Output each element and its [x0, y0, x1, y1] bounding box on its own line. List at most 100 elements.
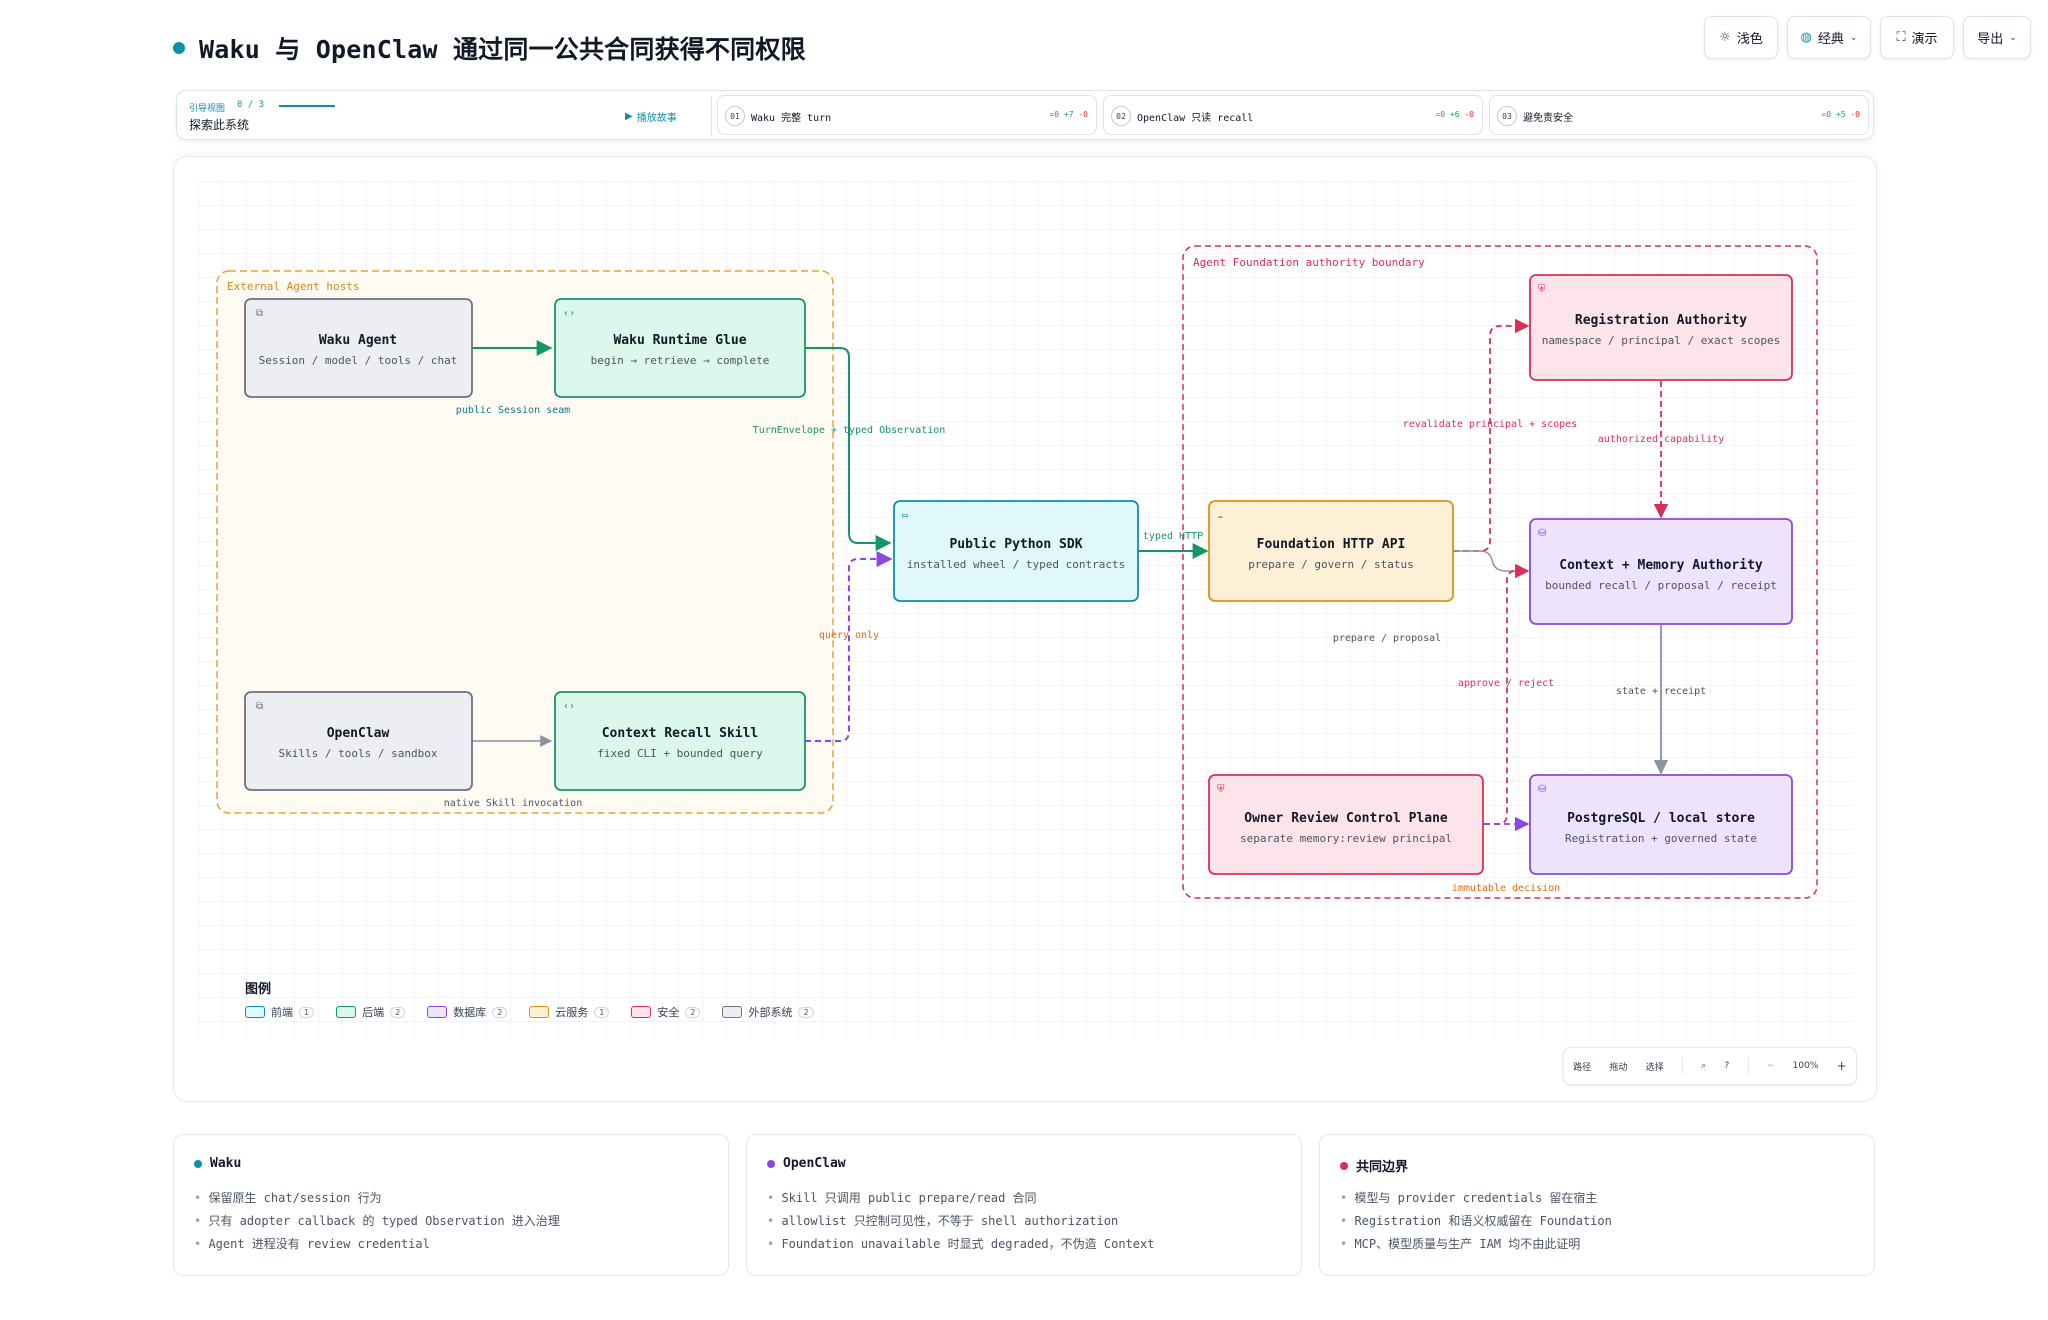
legend-count: 2 [798, 1006, 814, 1018]
list-item: MCP、模型质量与生产 IAM 均不由此证明 [1340, 1233, 1612, 1256]
legend-label: 前端 [271, 1006, 293, 1019]
status-dot [1340, 1161, 1348, 1170]
legend-count: 2 [390, 1006, 406, 1018]
node-title: PostgreSQL / local store [1567, 811, 1755, 826]
node-subtitle: fixed CLI + bounded query [597, 747, 763, 760]
node-title: Public Python SDK [949, 537, 1082, 552]
legend-swatch [529, 1006, 550, 1018]
legend-label: 外部系统 [748, 1006, 793, 1019]
node-subtitle: installed wheel / typed contracts [907, 558, 1126, 571]
edge-label: query only [819, 630, 879, 641]
legend-swatch [336, 1006, 357, 1018]
legend-count: 2 [492, 1006, 508, 1018]
edge-label: immutable decision [1452, 883, 1560, 894]
architecture-diagram: External Agent hosts Agent Foundation au… [216, 245, 1818, 899]
canvas-toolbar: 路径 拖动 选择 ⌕ ? − 100% + [1563, 1047, 1857, 1085]
node-foundation-http-api[interactable]: ☁ Foundation HTTP API prepare / govern /… [1208, 500, 1454, 602]
edge-label: approve / reject [1458, 678, 1554, 689]
help-icon[interactable]: ? [1725, 1061, 1730, 1071]
node-subtitle: prepare / govern / status [1248, 558, 1414, 571]
legend-count: 1 [299, 1006, 315, 1018]
node-subtitle: namespace / principal / exact scopes [1542, 334, 1780, 347]
legend-item-external[interactable]: 外部系统 2 [722, 1004, 814, 1020]
legend-item-backend[interactable]: 后端 2 [336, 1004, 406, 1020]
node-subtitle: Session / model / tools / chat [259, 354, 458, 367]
group-label-foundation: Agent Foundation authority boundary [1193, 256, 1425, 269]
node-title: Foundation HTTP API [1257, 537, 1406, 552]
legend-item-cloud[interactable]: 云服务 1 [529, 1004, 610, 1020]
info-list: 模型与 provider credentials 留在宿主 Registrati… [1340, 1187, 1612, 1256]
node-subtitle: Skills / tools / sandbox [279, 747, 438, 760]
shield-icon: ⛨ [1217, 784, 1225, 795]
edge-context-to-postgres: state + receipt [1616, 625, 1706, 775]
list-item: 模型与 provider credentials 留在宿主 [1340, 1187, 1612, 1210]
divider [1747, 1058, 1749, 1074]
tool-drag-button[interactable]: 拖动 [1609, 1060, 1627, 1073]
node-registration-authority[interactable]: ⛨ Registration Authority namespace / pri… [1529, 274, 1793, 381]
list-item: Registration 和语义权威留在 Foundation [1340, 1210, 1611, 1233]
node-waku-runtime-glue[interactable]: ‹› Waku Runtime Glue begin → retrieve → … [554, 298, 806, 398]
divider [1681, 1058, 1683, 1074]
list-item: Skill 只调用 public prepare/read 合同 [767, 1187, 1154, 1210]
edge-label: native Skill invocation [444, 798, 582, 809]
tool-path-button[interactable]: 路径 [1573, 1060, 1591, 1073]
legend-title: 图例 [245, 982, 272, 997]
info-list: 保留原生 chat/session 行为 只有 adopter callback… [194, 1187, 559, 1256]
zoom-in-button[interactable]: + [1837, 1059, 1847, 1073]
code-icon: ‹› [563, 701, 575, 712]
legend-count: 2 [685, 1006, 701, 1018]
node-title: Waku Runtime Glue [613, 333, 746, 348]
node-openclaw[interactable]: ⧉ OpenClaw Skills / tools / sandbox [244, 691, 473, 791]
edge-label: TurnEnvelope + typed Observation [753, 425, 946, 436]
info-list: Skill 只调用 public prepare/read 合同 allowli… [767, 1187, 1154, 1256]
node-public-python-sdk[interactable]: ▭ Public Python SDK installed wheel / ty… [893, 500, 1139, 602]
database-icon: ⛁ [1538, 528, 1546, 539]
edge-label: public Session seam [456, 405, 570, 416]
edge-label: state + receipt [1616, 686, 1706, 697]
tool-select-button[interactable]: 选择 [1646, 1060, 1664, 1073]
node-subtitle: bounded recall / proposal / receipt [1545, 579, 1777, 592]
info-card-title-text: OpenClaw [783, 1156, 846, 1171]
legend: 前端 1 后端 2 数据库 2 云服务 1 安全 2 外部系统 2 [245, 1004, 814, 1020]
zoom-level: 100% [1792, 1061, 1819, 1071]
node-postgresql-local-store[interactable]: ⛁ PostgreSQL / local store Registration … [1529, 774, 1793, 875]
external-link-icon: ⧉ [256, 308, 263, 319]
edge-label: prepare / proposal [1333, 633, 1441, 644]
zoom-out-button[interactable]: − [1767, 1061, 1775, 1071]
legend-item-security[interactable]: 安全 2 [631, 1004, 701, 1020]
info-card-title: 共同边界 [1340, 1156, 1408, 1175]
info-card-title: Waku [194, 1156, 241, 1171]
list-item: 只有 adopter callback 的 typed Observation … [194, 1210, 559, 1233]
edge-label: typed HTTP [1143, 531, 1203, 542]
window-icon: ▭ [902, 510, 908, 521]
node-title: Context + Memory Authority [1559, 558, 1763, 573]
legend-swatch [245, 1006, 265, 1018]
info-card-shared-boundary: 共同边界 模型与 provider credentials 留在宿主 Regis… [1319, 1134, 1875, 1276]
node-title: Registration Authority [1575, 313, 1747, 328]
legend-item-database[interactable]: 数据库 2 [427, 1004, 508, 1020]
info-card-waku: Waku 保留原生 chat/session 行为 只有 adopter cal… [173, 1134, 729, 1276]
info-card-title: OpenClaw [767, 1156, 846, 1171]
info-card-title-text: 共同边界 [1356, 1160, 1409, 1175]
legend-item-frontend[interactable]: 前端 1 [245, 1004, 315, 1020]
node-subtitle: Registration + governed state [1565, 832, 1757, 845]
node-owner-review-control-plane[interactable]: ⛨ Owner Review Control Plane separate me… [1208, 774, 1484, 875]
legend-swatch [427, 1006, 448, 1018]
shield-icon: ⛨ [1538, 284, 1546, 295]
status-dot [194, 1159, 202, 1168]
edge-label: revalidate principal + scopes [1403, 419, 1578, 430]
group-label-external: External Agent hosts [227, 280, 359, 293]
node-title: Context Recall Skill [602, 726, 759, 741]
legend-label: 数据库 [453, 1006, 487, 1019]
node-subtitle: separate memory:review principal [1240, 832, 1452, 845]
node-title: OpenClaw [327, 726, 390, 741]
search-icon[interactable]: ⌕ [1701, 1061, 1706, 1071]
node-context-memory-authority[interactable]: ⛁ Context + Memory Authority bounded rec… [1529, 518, 1793, 625]
legend-label: 云服务 [555, 1006, 589, 1019]
edge-sdk-to-http: typed HTTP [1138, 531, 1209, 559]
list-item: allowlist 只控制可见性，不等于 shell authorization [767, 1210, 1154, 1233]
node-waku-agent[interactable]: ⧉ Waku Agent Session / model / tools / c… [244, 298, 473, 398]
node-context-recall-skill[interactable]: ‹› Context Recall Skill fixed CLI + boun… [554, 691, 806, 791]
database-icon: ⛁ [1538, 784, 1546, 795]
legend-swatch [722, 1006, 743, 1018]
